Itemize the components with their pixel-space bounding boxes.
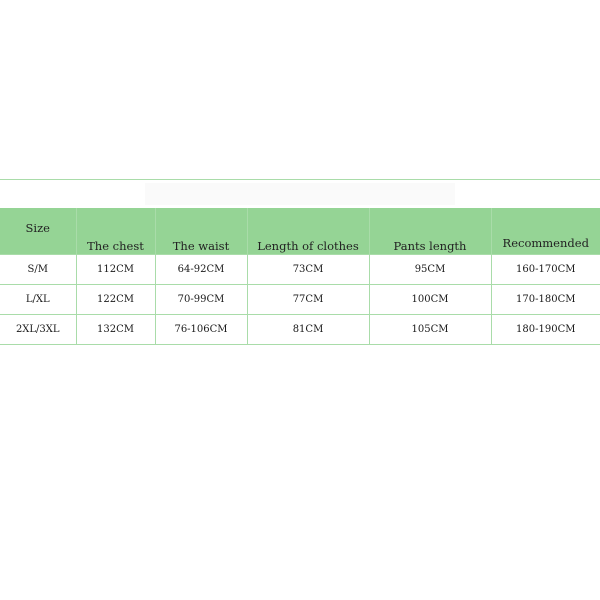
header-waist: The waist — [154, 208, 248, 255]
table-header-row: Size The chest The waist Length of cloth… — [0, 208, 600, 255]
top-divider — [0, 179, 600, 180]
cell-chest: 122CM — [75, 284, 156, 315]
cell-chest: 132CM — [75, 314, 156, 345]
cell-size: S/M — [0, 254, 77, 285]
cell-size: 2XL/3XL — [0, 314, 77, 345]
cell-pants-length: 95CM — [368, 254, 492, 285]
cell-pants-length: 100CM — [368, 284, 492, 315]
cell-recommended: 180-190CM — [490, 314, 600, 345]
table-row: 2XL/3XL 132CM 76-106CM 81CM 105CM 180-19… — [0, 314, 600, 345]
size-chart-table: Size The chest The waist Length of cloth… — [0, 208, 600, 345]
cell-length-of-clothes: 77CM — [246, 284, 370, 315]
cell-waist: 70-99CM — [154, 284, 248, 315]
cell-length-of-clothes: 73CM — [246, 254, 370, 285]
cell-waist: 64-92CM — [154, 254, 248, 285]
cell-recommended: 170-180CM — [490, 284, 600, 315]
header-chest: The chest — [75, 208, 156, 255]
cell-length-of-clothes: 81CM — [246, 314, 370, 345]
blank-caption-band — [145, 183, 455, 205]
header-recommended: Recommended — [490, 208, 600, 255]
cell-pants-length: 105CM — [368, 314, 492, 345]
table-row: L/XL 122CM 70-99CM 77CM 100CM 170-180CM — [0, 284, 600, 315]
cell-recommended: 160-170CM — [490, 254, 600, 285]
cell-size: L/XL — [0, 284, 77, 315]
cell-chest: 112CM — [75, 254, 156, 285]
header-length-of-clothes: Length of clothes — [246, 208, 370, 255]
header-pants-length: Pants length — [368, 208, 492, 255]
header-size: Size — [0, 208, 77, 255]
cell-waist: 76-106CM — [154, 314, 248, 345]
table-row: S/M 112CM 64-92CM 73CM 95CM 160-170CM — [0, 254, 600, 285]
